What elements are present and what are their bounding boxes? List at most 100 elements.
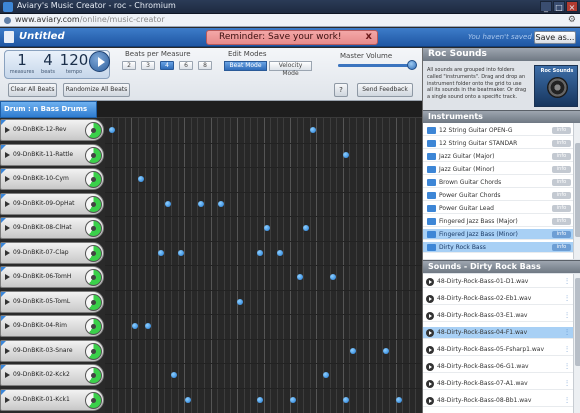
beat-note[interactable] [349,347,356,354]
sound-item[interactable]: 48-Dirty-Rock-Bass-05-Fsharp1.wav ⫶ [423,344,573,356]
sound-item[interactable]: 48-Dirty-Rock-Bass-01-D1.wav ⫶ [423,276,573,288]
sounds-scroll-thumb[interactable] [575,278,580,366]
tempo-readout[interactable]: 120 tempo [59,52,89,76]
play-button[interactable] [89,51,110,72]
beat-note[interactable] [263,225,270,232]
save-as-button[interactable]: Save as... [534,31,576,44]
beat-note[interactable] [382,347,389,354]
track-volume-dial[interactable] [85,146,102,164]
track-label[interactable]: 09-DnBKit-08-ClHat [0,217,104,239]
instrument-item[interactable]: Jazz Guitar (Major) info [423,151,573,162]
track-play-icon[interactable] [5,249,10,256]
instrument-info-badge[interactable]: info [552,179,571,186]
beat-note[interactable] [171,372,178,379]
track-play-icon[interactable] [5,323,10,329]
sound-play-icon[interactable] [426,278,434,286]
instrument-item[interactable]: Jazz Guitar (Minor) info [423,164,573,175]
beat-note[interactable] [177,249,184,256]
track-label[interactable]: 09-DnBKit-07-Clap [0,241,104,264]
beat-grid[interactable] [105,118,422,413]
track-volume-dial[interactable] [85,269,102,286]
send-feedback-button[interactable]: Send Feedback [357,83,413,97]
close-icon[interactable]: × [566,1,578,12]
instrument-info-badge[interactable]: info [552,205,571,212]
track-play-icon[interactable] [5,396,10,403]
beat-note[interactable] [343,396,350,403]
track-play-icon[interactable] [5,127,10,133]
address-bar[interactable]: www.aviary.com/online/music-creator ⚙ [0,14,580,27]
beat-note[interactable] [131,323,138,330]
instrument-item[interactable]: 12 String Guitar OPEN-G info [423,125,573,136]
instruments-scrollbar[interactable] [573,123,580,259]
beat-note[interactable] [395,396,402,403]
beat-note[interactable] [158,249,165,256]
sound-item[interactable]: 48-Dirty-Rock-Bass-04-F1.wav ⫶ [423,327,573,339]
master-volume-knob[interactable] [407,60,417,70]
instrument-item[interactable]: Brown Guitar Chords info [423,177,573,188]
beats-per-measure-option[interactable]: 6 [179,61,193,70]
beat-note[interactable] [343,151,350,158]
beats-per-measure-option[interactable]: 2 [122,61,136,70]
url-text[interactable]: www.aviary.com/online/music-creator [15,15,165,24]
beat-note[interactable] [323,372,330,379]
sound-play-icon[interactable] [426,295,434,303]
maximize-icon[interactable]: □ [553,1,565,12]
sound-play-icon[interactable] [426,312,434,320]
track-play-icon[interactable] [5,225,10,231]
instrument-item[interactable]: Fingered Jazz Bass (Major) info [423,216,573,227]
track-volume-dial[interactable] [85,293,102,311]
track-play-icon[interactable] [5,274,10,280]
master-volume-slider[interactable] [338,64,414,67]
instrument-info-badge[interactable]: info [552,166,571,173]
track-label[interactable]: 09-DnBKit-05-TomL [0,290,104,313]
instrument-item[interactable]: 12 String Guitar STANDAR info [423,138,573,149]
beat-note[interactable] [217,200,224,207]
track-volume-dial[interactable] [85,195,102,213]
beat-mode-button[interactable]: Beat Mode [224,61,267,71]
sound-item[interactable]: 48-Dirty-Rock-Bass-07-A1.wav ⫶ [423,378,573,390]
sound-item[interactable]: 48-Dirty-Rock-Bass-03-E1.wav ⫶ [423,310,573,322]
beat-note[interactable] [277,249,283,256]
track-label[interactable]: 09-DnBKit-10-Cym [0,168,104,190]
instrument-info-badge[interactable]: info [552,231,571,238]
beat-note[interactable] [296,274,303,281]
instrument-item[interactable]: Fingered Jazz Bass (Minor) info [423,229,573,240]
reminder-close-button[interactable]: x [366,31,372,42]
track-volume-dial[interactable] [85,171,102,188]
track-volume-dial[interactable] [85,220,102,237]
wrench-icon[interactable]: ⚙ [568,15,576,25]
track-label[interactable]: 09-DnBKit-06-TomH [0,266,104,288]
document-title[interactable]: Untitled [19,31,65,42]
track-label[interactable]: 09-DnBKit-09-OpHat [0,192,104,215]
sound-play-icon[interactable] [426,380,434,388]
beat-note[interactable] [108,127,115,134]
sound-item[interactable]: 48-Dirty-Rock-Bass-06-G1.wav ⫶ [423,361,573,373]
track-label[interactable]: 09-DnBKit-12-Rev [0,119,104,141]
track-label[interactable]: 09-DnBKit-01-Kck1 [0,388,104,411]
beat-note[interactable] [184,396,191,403]
beat-note[interactable] [197,200,204,207]
sounds-scrollbar[interactable] [573,274,580,413]
track-volume-dial[interactable] [85,342,102,360]
beat-note[interactable] [237,298,244,305]
beat-note[interactable] [329,274,336,281]
track-label[interactable]: 09-DnBKit-04-Rim [0,315,104,337]
track-play-icon[interactable] [5,298,10,305]
beat-note[interactable] [257,249,264,256]
beat-note[interactable] [303,225,310,232]
instrument-item[interactable]: Power Guitar Lead info [423,203,573,214]
sound-item[interactable]: 48-Dirty-Rock-Bass-02-Eb1.wav ⫶ [423,293,573,305]
beats-per-measure-option[interactable]: 8 [198,61,212,70]
instrument-info-badge[interactable]: info [552,244,571,251]
minimize-icon[interactable]: _ [540,1,552,12]
instrument-info-badge[interactable]: info [552,192,571,199]
track-volume-dial[interactable] [85,318,102,335]
track-label[interactable]: 09-DnBKit-03-Snare [0,339,104,362]
artist-thumbnail[interactable]: Roc Sounds [534,65,578,107]
track-label[interactable]: 09-DnBKit-02-Kck2 [0,364,104,386]
track-play-icon[interactable] [5,151,10,158]
drum-kit-header[interactable]: Drum : n Bass Drums [0,101,97,118]
beat-note[interactable] [290,396,297,403]
track-label[interactable]: 09-DnBKit-11-Rattle [0,143,104,166]
track-volume-dial[interactable] [85,244,102,262]
